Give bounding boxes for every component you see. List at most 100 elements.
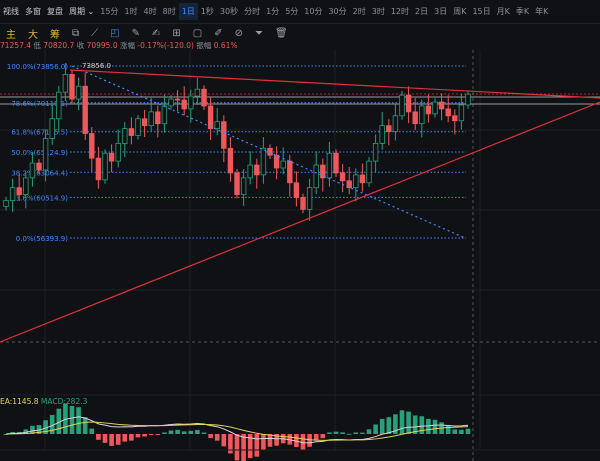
filter-icon[interactable]: ⏷: [255, 28, 263, 39]
macd-histogram-bar: [188, 430, 194, 434]
pencil-icon[interactable]: ✎: [132, 28, 140, 39]
candle-body: [313, 164, 319, 189]
brush-icon[interactable]: ✍: [152, 28, 160, 39]
candle-body: [42, 138, 49, 171]
candle-body: [148, 111, 154, 127]
candle-body: [379, 125, 385, 144]
candle-body: [458, 104, 465, 122]
macd-histogram-bar: [399, 410, 405, 434]
fib-level-label: 23.6%(60514.9): [11, 194, 68, 202]
period-tab[interactable]: 分时: [241, 6, 263, 17]
period-tab[interactable]: 周期 ⌄: [66, 6, 97, 17]
macd-histogram-bar: [366, 429, 372, 434]
period-tab[interactable]: 复盘: [44, 6, 66, 17]
trash-icon[interactable]: 🗑: [275, 28, 288, 39]
candle-body: [3, 200, 9, 207]
macd-legend: EA:1145.8 MACD:282.3: [0, 397, 88, 406]
macd-histogram-bar: [327, 432, 332, 434]
candle-body: [227, 147, 234, 174]
macd-histogram-bar: [320, 434, 326, 439]
candle-body: [452, 115, 458, 122]
candle-body: [386, 125, 392, 132]
macd-histogram-bar: [82, 417, 88, 434]
chips-button[interactable]: 筹: [50, 26, 60, 41]
period-tab[interactable]: 10分: [301, 6, 325, 17]
period-tab[interactable]: 视线: [0, 6, 22, 17]
line-tool-icon[interactable]: ⟋: [91, 28, 98, 39]
candle-body: [465, 93, 471, 106]
period-tab[interactable]: 1日: [178, 3, 198, 20]
candle-body: [300, 197, 306, 210]
period-tab[interactable]: 3日: [431, 6, 450, 17]
candle-body: [29, 162, 36, 179]
macd-histogram-bar: [254, 434, 260, 457]
candle-body: [207, 105, 214, 130]
macd-histogram-bar: [195, 429, 200, 434]
candle-body: [135, 118, 141, 136]
macd-histogram-bar: [333, 431, 339, 434]
candle-body: [62, 74, 69, 93]
period-tab[interactable]: 15分: [97, 6, 121, 17]
period-tab[interactable]: 30分: [325, 6, 349, 17]
period-tab[interactable]: 季K: [513, 6, 532, 17]
candle-body: [399, 94, 405, 117]
macd-histogram-bar: [214, 434, 220, 441]
period-tab[interactable]: 3时: [369, 6, 388, 17]
period-tab[interactable]: 2日: [412, 6, 431, 17]
macd-histogram-bar: [148, 434, 154, 435]
macd-histogram-bar: [360, 432, 365, 434]
candle-body: [273, 154, 280, 169]
candle-body: [366, 160, 372, 184]
macd-histogram-bar: [155, 434, 161, 435]
candle-body: [161, 105, 168, 125]
select-tool-icon[interactable]: ◰: [110, 28, 119, 39]
candle-body: [23, 177, 29, 196]
candle-body: [221, 121, 227, 149]
lock-icon[interactable]: ▢: [193, 28, 202, 39]
macd-histogram-bar: [208, 434, 213, 439]
candle-body: [75, 85, 82, 100]
copy-icon[interactable]: ⧉: [72, 28, 79, 39]
period-tab[interactable]: 1分: [263, 6, 282, 17]
macd-histogram-bar: [379, 419, 385, 434]
candle-body: [392, 115, 399, 132]
candle-body: [89, 133, 95, 159]
macd-histogram-bar: [452, 429, 458, 434]
period-tab[interactable]: 12时: [388, 6, 412, 17]
fib-level-label: 50.0%(65124.9): [11, 149, 68, 157]
candle-body: [16, 187, 22, 196]
period-tab[interactable]: 4时: [141, 6, 160, 17]
period-tab[interactable]: 2时: [350, 6, 369, 17]
main-indicator-button[interactable]: 主: [6, 26, 16, 41]
candle-body: [188, 95, 194, 110]
candle-body: [155, 111, 161, 125]
measure-icon[interactable]: ⊞: [172, 28, 180, 39]
period-tab[interactable]: 1秒: [198, 6, 217, 17]
candle-body: [240, 177, 247, 196]
period-tab[interactable]: 8时: [160, 6, 179, 17]
period-tab[interactable]: 15日: [469, 6, 493, 17]
candle-body: [280, 160, 286, 169]
candle-body: [359, 174, 366, 184]
edit-icon[interactable]: ✐: [214, 28, 222, 39]
period-tab[interactable]: 30秒: [217, 6, 241, 17]
ohlc-info: 71257.4 低 70820.7 收 70995.0 涨幅 -0.17%(-1…: [0, 41, 238, 50]
candle-body: [293, 182, 300, 198]
period-tab[interactable]: 5分: [282, 6, 301, 17]
candle-body: [234, 172, 240, 196]
macd-histogram-bar: [162, 432, 167, 434]
period-tab[interactable]: 多窗: [22, 6, 44, 17]
period-tab[interactable]: 1时: [121, 6, 140, 17]
candle-body: [339, 172, 346, 182]
period-tab[interactable]: 周K: [450, 6, 469, 17]
candle-body: [405, 94, 412, 113]
period-tab[interactable]: 年K: [532, 6, 551, 17]
candle-body: [174, 98, 181, 101]
candle-body: [260, 147, 267, 176]
candle-body: [49, 118, 55, 139]
fib-level-label: 0.0%(56393.9): [16, 235, 68, 243]
candlestick-chart[interactable]: 100.0%(73856.0)78.6%(70119.1)61.8%(67185…: [0, 50, 600, 461]
big-button[interactable]: 大: [28, 26, 38, 41]
magnet-icon[interactable]: ⊘: [235, 28, 243, 39]
period-tab[interactable]: 月K: [494, 6, 513, 17]
